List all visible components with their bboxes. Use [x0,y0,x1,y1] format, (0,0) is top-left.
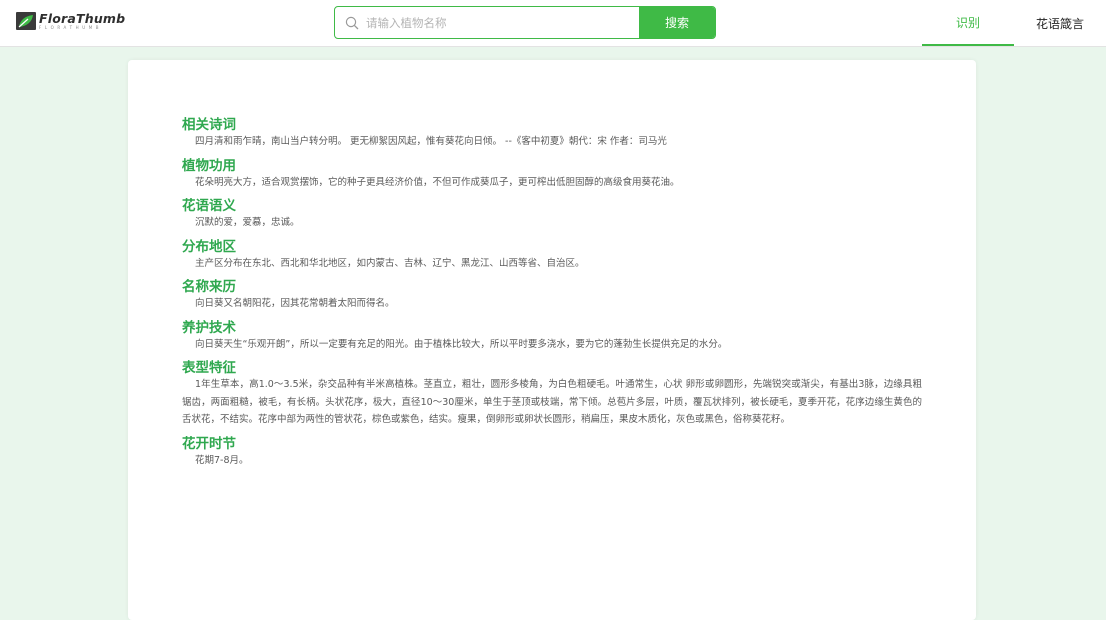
section-title: 花语语义 [182,198,236,214]
section-phenotype: 表型特征 1年生草本，高1.0～3.5米，杂交品种有半米高植株。茎直立，粗壮，圆… [182,360,922,429]
section-text: 四月清和雨乍晴，南山当户转分明。 更无柳絮因风起，惟有葵花向日倾。 --《客中初… [195,136,667,147]
nav-tabs: 识别 花语箴言 [922,0,1106,46]
section-title: 分布地区 [182,238,236,255]
leaf-logo-icon [16,12,36,30]
tab-identify[interactable]: 识别 [922,0,1014,46]
section-title: 花开时节 [182,435,236,452]
plant-info-card: 相关诗词 四月清和雨乍晴，南山当户转分明。 更无柳絮因风起，惟有葵花向日倾。 -… [128,60,976,620]
search-input[interactable] [366,8,639,37]
section-text: 花期7-8月。 [195,454,249,466]
search-icon [345,16,359,29]
section-text: 1年生草本，高1.0～3.5米，杂交品种有半米高植株。茎直立，粗壮，圆形多棱角，… [182,379,922,425]
section-text: 向日葵又名朝阳花，因其花常朝着太阳而得名。 [195,298,395,309]
plant-info-content: 相关诗词 四月清和雨乍晴，南山当户转分明。 更无柳絮因风起，惟有葵花向日倾。 -… [182,117,922,476]
section-care-tips: 养护技术 向日葵天生“乐观开朗”，所以一定要有充足的阳光。由于植株比较大，所以平… [182,320,922,354]
section-title: 表型特征 [182,360,236,376]
brand-logo[interactable]: FloraThumb FLORATHUMB [16,12,125,30]
section-title: 名称来历 [182,279,236,295]
section-text: 主产区分布在东北、西北和华北地区，如内蒙古、吉林、辽宁、黑龙江、山西等省、自治区… [195,257,585,269]
section-text: 向日葵天生“乐观开朗”，所以一定要有充足的阳光。由于植株比较大，所以平时要多浇水… [195,338,728,350]
top-navbar: FloraThumb FLORATHUMB 搜索 识别 花语箴言 [0,0,1106,47]
section-flower-meaning: 花语语义 沉默的爱，爱慕，忠诚。 [182,198,922,232]
tab-flower-language[interactable]: 花语箴言 [1014,0,1106,46]
section-related-poems: 相关诗词 四月清和雨乍晴，南山当户转分明。 更无柳絮因风起，惟有葵花向日倾。 -… [182,117,922,151]
section-text: 沉默的爱，爱慕，忠诚。 [195,217,300,228]
section-title: 植物功用 [182,157,236,174]
brand-subtitle: FLORATHUMB [39,24,103,30]
section-distribution: 分布地区 主产区分布在东北、西北和华北地区，如内蒙古、吉林、辽宁、黑龙江、山西等… [182,239,922,273]
section-text: 花朵明亮大方，适合观赏摆饰，它的种子更具经济价值，不但可作成葵瓜子，更可榨出低胆… [195,176,680,188]
search-bar: 搜索 [334,6,716,39]
section-title: 养护技术 [182,319,236,336]
section-plant-uses: 植物功用 花朵明亮大方，适合观赏摆饰，它的种子更具经济价值，不但可作成葵瓜子，更… [182,158,922,192]
search-button[interactable]: 搜索 [639,7,715,38]
section-blooming-season: 花开时节 花期7-8月。 [182,436,922,470]
section-name-origin: 名称来历 向日葵又名朝阳花，因其花常朝着太阳而得名。 [182,279,922,313]
brand-name: FloraThumb [39,10,126,26]
section-title: 相关诗词 [182,117,236,133]
